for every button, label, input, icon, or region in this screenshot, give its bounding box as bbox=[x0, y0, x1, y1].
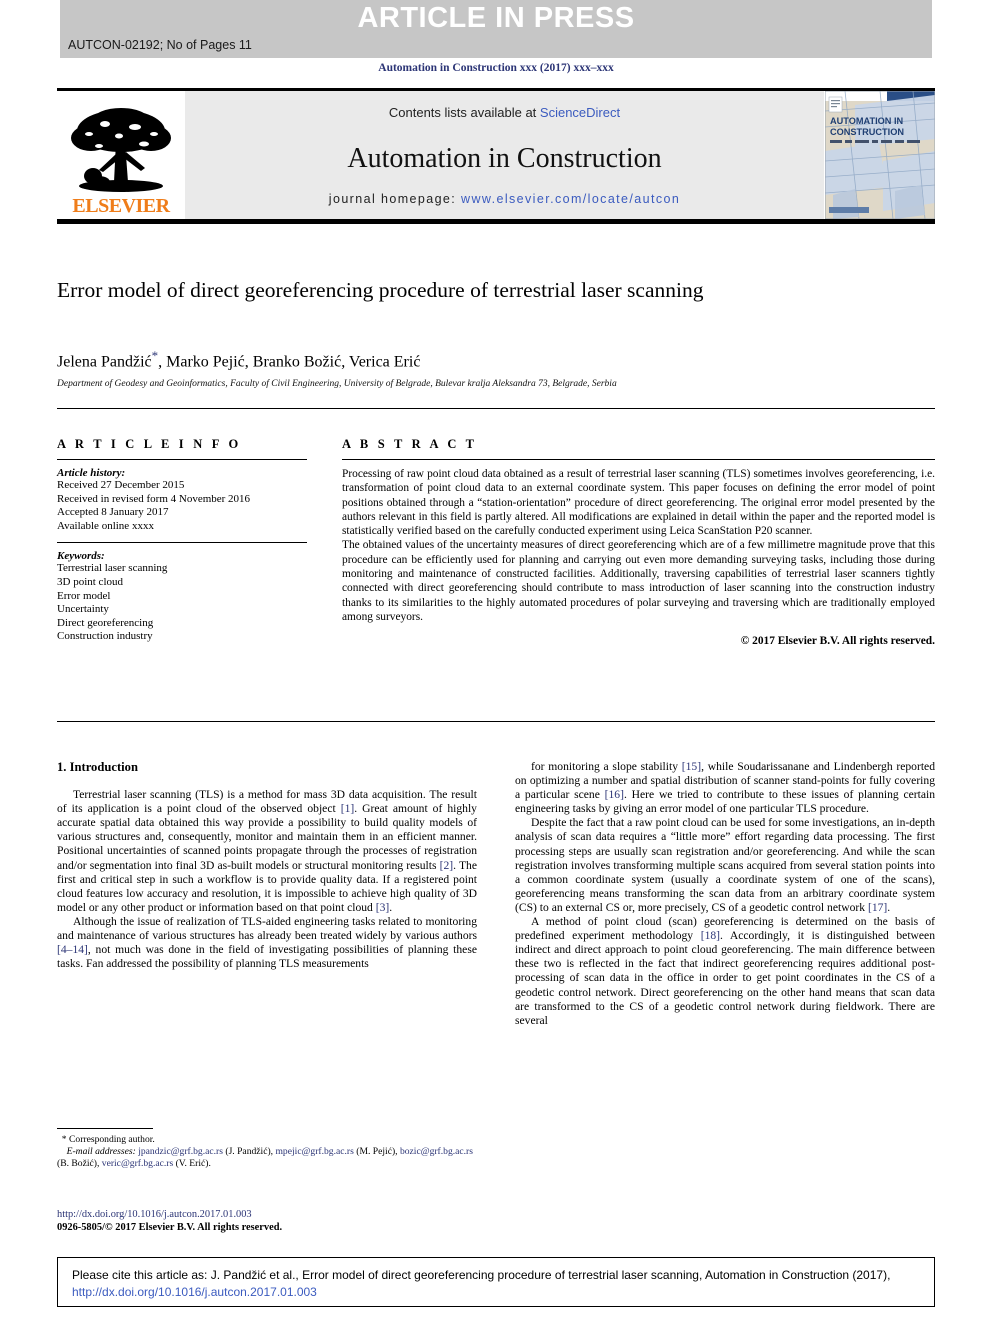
history-accepted: Accepted 8 January 2017 bbox=[57, 506, 307, 520]
history-revised: Received in revised form 4 November 2016 bbox=[57, 493, 307, 507]
doi-block: http://dx.doi.org/10.1016/j.autcon.2017.… bbox=[57, 1208, 487, 1234]
abstract-paragraph-1: Processing of raw point cloud data obtai… bbox=[342, 467, 935, 538]
article-info-heading: A R T I C L E I N F O bbox=[57, 437, 307, 452]
contents-available-line: Contents lists available at ScienceDirec… bbox=[185, 105, 824, 120]
keywords-label: Keywords: bbox=[57, 550, 307, 562]
elsevier-wordmark: ELSEVIER bbox=[72, 196, 169, 216]
body-column-right: for monitoring a slope stability [15], w… bbox=[515, 760, 935, 1028]
keyword-item: Direct georeferencing bbox=[57, 617, 307, 631]
keyword-item: 3D point cloud bbox=[57, 576, 307, 590]
abstract-copyright: © 2017 Elsevier B.V. All rights reserved… bbox=[342, 635, 935, 647]
keyword-item: Uncertainty bbox=[57, 603, 307, 617]
abstract-column: A B S T R A C T Processing of raw point … bbox=[342, 437, 935, 647]
article-in-press-banner: ARTICLE IN PRESS AUTCON-02192; No of Pag… bbox=[60, 0, 932, 58]
body-paragraph: for monitoring a slope stability [15], w… bbox=[515, 760, 935, 816]
svg-text:CONSTRUCTION: CONSTRUCTION bbox=[830, 127, 904, 137]
journal-homepage-line: journal homepage: www.elsevier.com/locat… bbox=[185, 192, 824, 206]
info-spacer bbox=[57, 533, 307, 542]
keywords-rule bbox=[57, 542, 307, 543]
contents-box: Contents lists available at ScienceDirec… bbox=[185, 91, 824, 219]
article-info-rule bbox=[57, 459, 307, 460]
author-rest: , Marko Pejić, Branko Božić, Verica Erić bbox=[158, 353, 420, 370]
email-addresses-line: E-mail addresses: jpandzic@grf.bg.ac.rs … bbox=[57, 1146, 477, 1170]
citation-text: Please cite this article as: J. Pandžić … bbox=[72, 1267, 922, 1300]
email-addresses-label: E-mail addresses: bbox=[67, 1146, 136, 1157]
abstract-rule bbox=[342, 459, 935, 460]
abstract-bottom-divider bbox=[57, 721, 935, 722]
sciencedirect-link[interactable]: ScienceDirect bbox=[540, 105, 620, 120]
body-paragraph: Terrestrial laser scanning (TLS) is a me… bbox=[57, 788, 477, 915]
email-owner: (V. Erić) bbox=[176, 1158, 209, 1169]
history-online: Available online xxxx bbox=[57, 520, 307, 534]
author-first: Jelena Pandžić bbox=[57, 353, 152, 370]
section-heading-introduction: 1. Introduction bbox=[57, 760, 477, 774]
article-code-label: AUTCON-02192; No of Pages 11 bbox=[68, 38, 252, 52]
elsevier-logo: ELSEVIER bbox=[57, 91, 185, 219]
footnote-block: * Corresponding author. E-mail addresses… bbox=[57, 1134, 477, 1169]
citation-doi-link[interactable]: http://dx.doi.org/10.1016/j.autcon.2017.… bbox=[72, 1285, 317, 1299]
footnote-asterisk: * bbox=[57, 1134, 69, 1145]
body-paragraph: Although the issue of realization of TLS… bbox=[57, 915, 477, 971]
citation-box: Please cite this article as: J. Pandžić … bbox=[57, 1257, 935, 1307]
elsevier-tree-icon bbox=[69, 104, 173, 196]
article-in-press-label: ARTICLE IN PRESS bbox=[60, 2, 932, 35]
author-affiliation: Department of Geodesy and Geoinformatics… bbox=[57, 379, 917, 389]
article-history-label: Article history: bbox=[57, 467, 307, 479]
journal-cover-thumbnail: AUTOMATION IN CONSTRUCTION bbox=[824, 91, 935, 219]
issn-copyright-line: 0926-5805/© 2017 Elsevier B.V. All right… bbox=[57, 1221, 487, 1234]
footnote-divider bbox=[57, 1128, 153, 1129]
history-received: Received 27 December 2015 bbox=[57, 479, 307, 493]
email-link[interactable]: jpandzic@grf.bg.ac.rs bbox=[138, 1146, 223, 1157]
homepage-prefix-text: journal homepage: bbox=[329, 192, 461, 206]
citation-prefix: Please cite this article as: J. Pandžić … bbox=[72, 1268, 890, 1282]
title-divider bbox=[57, 408, 935, 409]
email-owner: (M. Pejić) bbox=[356, 1146, 395, 1157]
email-link[interactable]: mpejic@grf.bg.ac.rs bbox=[275, 1146, 353, 1157]
email-owner: (J. Pandžić) bbox=[225, 1146, 270, 1157]
email-link[interactable]: veric@grf.bg.ac.rs bbox=[102, 1158, 173, 1169]
journal-running-head: Automation in Construction xxx (2017) xx… bbox=[0, 62, 992, 74]
article-info-column: A R T I C L E I N F O Article history: R… bbox=[57, 437, 307, 644]
keyword-item: Error model bbox=[57, 590, 307, 604]
doi-link[interactable]: http://dx.doi.org/10.1016/j.autcon.2017.… bbox=[57, 1208, 487, 1221]
page-title: Error model of direct georeferencing pro… bbox=[57, 276, 757, 304]
journal-title: Automation in Construction bbox=[185, 143, 824, 175]
keyword-item: Construction industry bbox=[57, 630, 307, 644]
journal-homepage-link[interactable]: www.elsevier.com/locate/autcon bbox=[461, 192, 680, 206]
body-column-left: 1. Introduction Terrestrial laser scanni… bbox=[57, 760, 477, 971]
svg-text:AUTOMATION IN: AUTOMATION IN bbox=[830, 116, 904, 126]
masthead-bottom-rule bbox=[57, 219, 935, 224]
cover-artwork: AUTOMATION IN CONSTRUCTION bbox=[825, 91, 935, 219]
abstract-heading: A B S T R A C T bbox=[342, 437, 935, 452]
body-paragraph: A method of point cloud (scan) georefere… bbox=[515, 915, 935, 1028]
author-list: Jelena Pandžić*, Marko Pejić, Branko Bož… bbox=[57, 348, 857, 371]
keyword-item: Terrestrial laser scanning bbox=[57, 562, 307, 576]
journal-masthead: ELSEVIER Contents lists available at Sci… bbox=[57, 88, 935, 224]
corresponding-author-note: * Corresponding author. bbox=[57, 1134, 477, 1146]
email-link[interactable]: bozic@grf.bg.ac.rs bbox=[400, 1146, 473, 1157]
abstract-paragraph-2: The obtained values of the uncertainty m… bbox=[342, 538, 935, 624]
corresponding-author-text: Corresponding author. bbox=[69, 1134, 155, 1145]
contents-prefix-text: Contents lists available at bbox=[389, 105, 540, 120]
body-paragraph: Despite the fact that a raw point cloud … bbox=[515, 816, 935, 915]
email-owner: (B. Božić) bbox=[57, 1158, 97, 1169]
